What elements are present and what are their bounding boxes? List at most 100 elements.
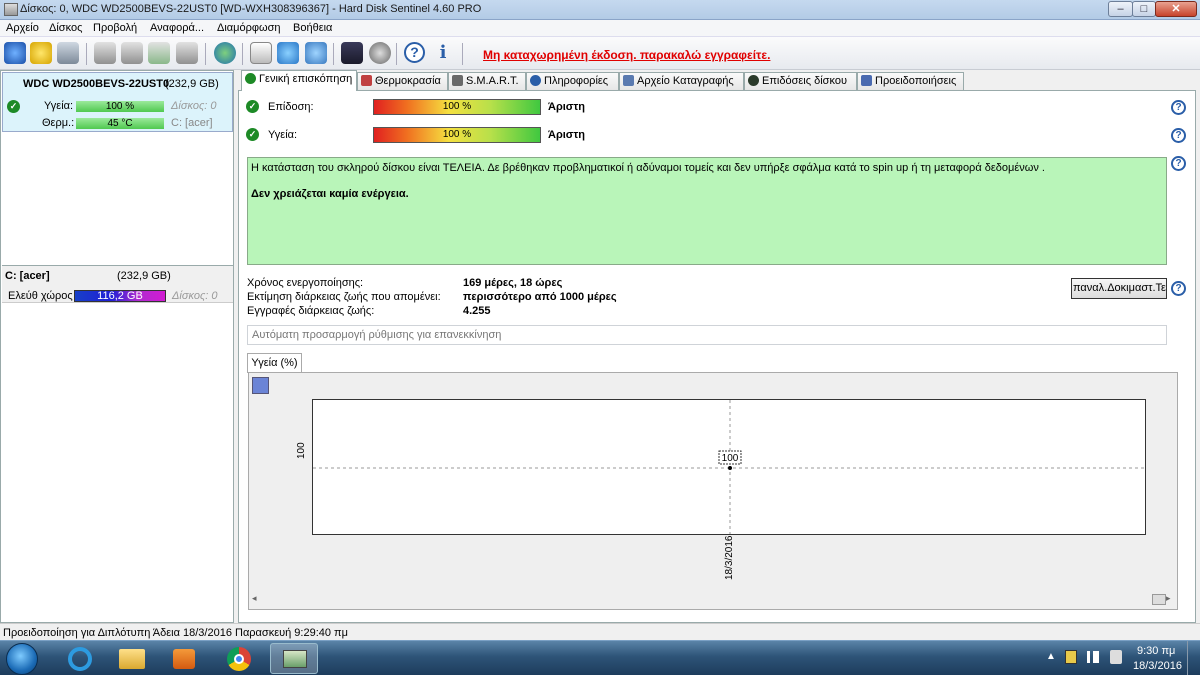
- clock-date[interactable]: 18/3/2016: [1133, 660, 1182, 672]
- smart-icon: [452, 75, 463, 86]
- start-button[interactable]: [6, 643, 38, 675]
- performance-label: Επίδοση:: [268, 101, 314, 113]
- drive-letter: C: [acer]: [171, 117, 213, 129]
- chrome-icon[interactable]: [214, 643, 262, 674]
- menu-file[interactable]: Αρχείο: [6, 22, 39, 34]
- usb-icon[interactable]: [94, 42, 116, 64]
- tab-temperature[interactable]: Θερμοκρασία: [357, 72, 448, 90]
- unregistered-link[interactable]: Μη καταχωρημένη έκδοση. παρακαλώ εγγραφε…: [483, 48, 770, 62]
- toolbar-separator: [205, 43, 206, 65]
- show-desktop-button[interactable]: [1187, 641, 1200, 675]
- tab-smart[interactable]: S.M.A.R.T.: [448, 72, 526, 90]
- menu-view[interactable]: Προβολή: [93, 22, 137, 34]
- help-icon[interactable]: ?: [1171, 100, 1186, 115]
- free-space-label: Ελεύθ χώρος: [8, 290, 73, 302]
- partition-name: C: [acer]: [5, 270, 50, 282]
- check-icon: ✓: [246, 100, 259, 113]
- chart-scrollbar[interactable]: ◂ ▸: [252, 593, 1174, 606]
- save-icon[interactable]: [252, 377, 269, 394]
- health-bar: 100 %: [373, 127, 541, 143]
- tab-log[interactable]: Αρχείο Καταγραφής: [619, 72, 744, 90]
- scroll-thumb[interactable]: [1152, 594, 1166, 605]
- ie-icon[interactable]: [56, 643, 104, 674]
- scroll-left-icon[interactable]: ◂: [252, 593, 257, 604]
- action-center-icon[interactable]: [1065, 650, 1077, 664]
- tray-expand-icon[interactable]: ▲: [1046, 651, 1056, 662]
- disk-entry[interactable]: WDC WD2500BEVS-22UST0 (232,9 GB) ✓ Υγεία…: [2, 72, 233, 132]
- free-space-bar: 116,2 GB: [74, 290, 166, 302]
- log-icon: [623, 75, 634, 86]
- help-icon[interactable]: ?: [404, 42, 425, 63]
- globe-icon[interactable]: [214, 42, 236, 64]
- data-label: 100: [722, 453, 739, 464]
- info-icon[interactable]: i: [432, 42, 454, 64]
- data-point: [728, 466, 732, 470]
- usb-icon[interactable]: [121, 42, 143, 64]
- partition-size: (232,9 GB): [117, 270, 171, 282]
- maximize-button[interactable]: □: [1132, 1, 1156, 17]
- auto-adjust-field[interactable]: Αυτόματη προσαρμογή ρύθμισης για επανεκκ…: [247, 325, 1167, 345]
- tab-health-chart[interactable]: Υγεία (%): [247, 353, 302, 373]
- taskbar: ▲ 9:30 πμ 18/3/2016: [0, 640, 1200, 675]
- refresh-icon[interactable]: [4, 42, 26, 64]
- web-icon[interactable]: [305, 42, 327, 64]
- network-icon[interactable]: [1087, 651, 1099, 663]
- uptime-value: 169 μέρες, 18 ώρες: [463, 277, 563, 289]
- toolbar-separator: [242, 43, 243, 65]
- tab-alerts[interactable]: Προειδοποιήσεις: [857, 72, 964, 90]
- performance-icon: [748, 75, 759, 86]
- sync-icon[interactable]: [277, 42, 299, 64]
- health-rating: Άριστη: [548, 129, 585, 141]
- x-tick-label: 18/3/2016: [724, 535, 735, 581]
- uptime-label: Χρόνος ενεργοποίησης:: [247, 277, 364, 289]
- test-icon[interactable]: [341, 42, 363, 64]
- menu-report[interactable]: Αναφορά...: [150, 22, 204, 34]
- menu-disk[interactable]: Δίσκος: [49, 22, 82, 34]
- disk-icon[interactable]: [57, 42, 79, 64]
- help-icon[interactable]: ?: [1171, 281, 1186, 296]
- menu-help[interactable]: Βοήθεια: [293, 22, 332, 34]
- retest-button[interactable]: παναλ.Δοκιμαστ.Τεσ: [1071, 278, 1167, 299]
- menu-configuration[interactable]: Διαμόρφωση: [217, 22, 281, 34]
- toolbar-separator: [333, 43, 334, 65]
- disk-name: WDC WD2500BEVS-22UST0: [23, 78, 170, 90]
- speaker-icon[interactable]: [369, 42, 391, 64]
- usb-icon[interactable]: [176, 42, 198, 64]
- close-button[interactable]: ✕: [1155, 1, 1197, 17]
- y-tick-label: 100: [296, 442, 307, 459]
- health-chart: 100: [312, 399, 1146, 535]
- lifetime-writes-label: Εγγραφές διάρκειας ζωής:: [247, 305, 375, 317]
- app-icon[interactable]: [4, 3, 18, 16]
- temperature-bar: 45 °C: [76, 118, 164, 129]
- health-label: Υγεία:: [44, 100, 74, 112]
- help-icon[interactable]: ?: [1171, 128, 1186, 143]
- hd-sentinel-icon[interactable]: [270, 643, 318, 674]
- scroll-right-icon[interactable]: ▸: [1166, 593, 1171, 604]
- lifetime-writes-value: 4.255: [463, 305, 491, 317]
- tab-label: Προειδοποιήσεις: [875, 75, 957, 87]
- volume-icon[interactable]: [1110, 650, 1122, 664]
- title-bar: Δίσκος: 0, WDC WD2500BEVS-22UST0 [WD-WXH…: [0, 0, 1200, 20]
- check-icon: ✓: [246, 128, 259, 141]
- usb-icon[interactable]: [148, 42, 170, 64]
- lifetime-label: Εκτίμηση διάρκειας ζωής που απομένει:: [247, 291, 441, 303]
- minimize-button[interactable]: –: [1108, 1, 1133, 17]
- status-message-box: Η κατάσταση του σκληρού δίσκου είναι ΤΕΛ…: [247, 157, 1167, 265]
- media-player-icon[interactable]: [160, 643, 208, 674]
- tab-performance[interactable]: Επιδόσεις δίσκου: [744, 72, 857, 90]
- health-bar: 100 %: [76, 101, 164, 112]
- check-icon: [245, 73, 256, 84]
- toolbar-separator: [462, 43, 463, 65]
- temperature-label: Θερμ.:: [42, 117, 75, 129]
- help-icon[interactable]: ?: [1171, 156, 1186, 171]
- explorer-icon[interactable]: [108, 643, 156, 674]
- performance-rating: Άριστη: [548, 101, 585, 113]
- clock-time[interactable]: 9:30 πμ: [1137, 645, 1175, 657]
- partition-entry[interactable]: C: [acer] (232,9 GB) Ελεύθ χώρος 116,2 G…: [2, 265, 233, 303]
- toolbar: ? i Μη καταχωρημένη έκδοση. παρακαλώ εγγ…: [0, 37, 1200, 70]
- report-icon[interactable]: [250, 42, 272, 64]
- tab-overview[interactable]: Γενική επισκόπηση: [241, 70, 357, 91]
- health-label: Υγεία:: [268, 129, 298, 141]
- warning-icon[interactable]: [30, 42, 52, 64]
- tab-information[interactable]: Πληροφορίες: [526, 72, 619, 90]
